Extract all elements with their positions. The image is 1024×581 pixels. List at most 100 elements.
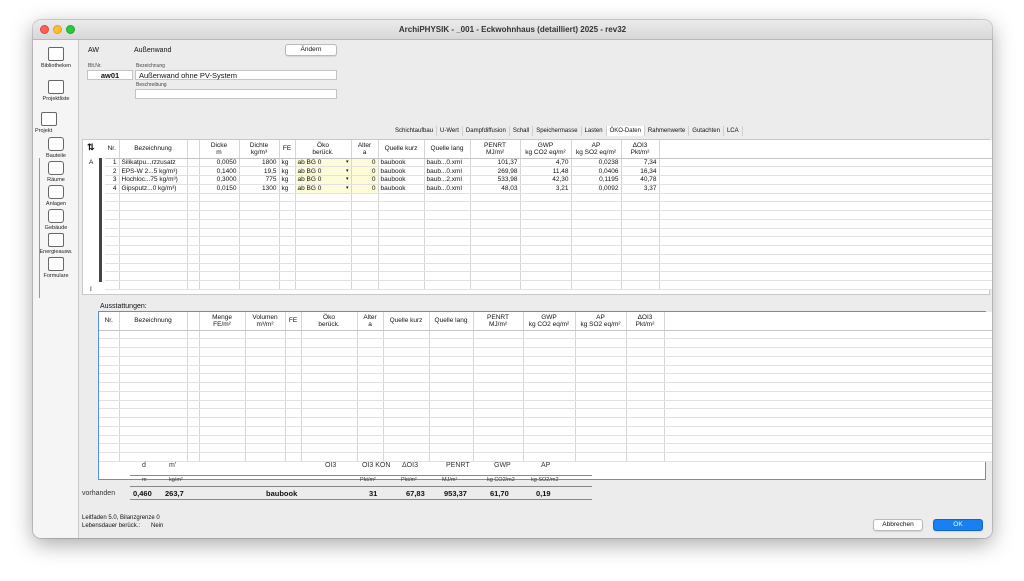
layers-cell[interactable] [470, 193, 521, 203]
fittings-cell[interactable] [245, 435, 286, 445]
fittings-cell[interactable] [664, 408, 992, 418]
layers-cell[interactable] [279, 254, 296, 264]
fittings-cell[interactable] [523, 408, 576, 418]
layers-cell[interactable] [105, 210, 120, 220]
fittings-cell[interactable] [285, 408, 302, 418]
fittings-cell[interactable] [357, 347, 384, 357]
sidebar-item-bauteile[interactable]: Bauteile [33, 137, 79, 159]
layers-cell[interactable]: ab BG 0 ▾ [295, 166, 352, 176]
fittings-cell[interactable] [99, 347, 120, 357]
layers-cell[interactable] [279, 228, 296, 238]
fittings-cell[interactable] [626, 408, 665, 418]
layers-cell[interactable] [279, 201, 296, 211]
layers-cell[interactable] [424, 210, 471, 220]
layers-cell[interactable] [378, 280, 425, 290]
fittings-cell[interactable] [187, 435, 200, 445]
fittings-table-row[interactable] [99, 452, 992, 462]
layers-cell[interactable] [378, 263, 425, 273]
fittings-cell[interactable] [245, 356, 286, 366]
layers-cell[interactable] [279, 245, 296, 255]
layers-table-row[interactable] [105, 271, 992, 281]
layers-cell[interactable] [470, 236, 521, 246]
layers-cell[interactable] [571, 219, 622, 229]
fittings-cell[interactable] [429, 417, 474, 427]
fittings-cell[interactable] [383, 426, 430, 436]
sidebar-item-raeume[interactable]: Räume [33, 161, 79, 183]
layers-cell[interactable]: 1300 [239, 184, 280, 194]
layers-cell[interactable] [239, 280, 280, 290]
layers-cell[interactable] [520, 210, 572, 220]
layers-column-header[interactable]: FE [279, 140, 296, 159]
fittings-cell[interactable] [199, 338, 246, 348]
layers-cell[interactable]: 0,0238 [571, 158, 622, 168]
fittings-cell[interactable] [357, 330, 384, 340]
layers-cell[interactable] [351, 245, 379, 255]
fittings-cell[interactable] [575, 426, 627, 436]
fittings-cell[interactable] [119, 435, 188, 445]
layers-cell[interactable] [470, 210, 521, 220]
fittings-cell[interactable] [383, 347, 430, 357]
fittings-cell[interactable] [99, 365, 120, 375]
layers-cell[interactable]: 269,98 [470, 166, 521, 176]
layers-cell[interactable] [119, 219, 188, 229]
fittings-cell[interactable] [523, 338, 576, 348]
layers-cell[interactable] [571, 254, 622, 264]
fittings-cell[interactable] [429, 391, 474, 401]
tab-1[interactable]: U-Wert [437, 126, 463, 136]
fittings-column-header[interactable]: Quelle kurz [383, 312, 430, 331]
fittings-cell[interactable] [429, 443, 474, 453]
fittings-cell[interactable] [664, 426, 992, 436]
fittings-cell[interactable] [575, 408, 627, 418]
layers-cell[interactable] [351, 254, 379, 264]
fittings-cell[interactable] [357, 443, 384, 453]
fittings-table-row[interactable] [99, 338, 992, 348]
layers-cell[interactable]: 42,30 [520, 175, 572, 185]
fittings-cell[interactable] [199, 382, 246, 392]
fittings-cell[interactable] [245, 452, 286, 462]
layers-cell[interactable] [239, 210, 280, 220]
layers-cell[interactable] [424, 228, 471, 238]
layers-cell[interactable]: baubook [378, 158, 425, 168]
fittings-cell[interactable] [285, 356, 302, 366]
fittings-table-row[interactable] [99, 356, 992, 366]
layers-cell[interactable] [279, 219, 296, 229]
fittings-cell[interactable] [473, 373, 524, 383]
layers-cell[interactable] [279, 263, 296, 273]
fittings-cell[interactable] [626, 365, 665, 375]
fittings-cell[interactable] [199, 408, 246, 418]
layers-cell[interactable] [239, 271, 280, 281]
layers-table-row[interactable]: 3 Hochloc...75 kg/m³) 0,3000 775 kg ab BG 0 ▾ 0… [105, 175, 992, 185]
fittings-table-row[interactable] [99, 426, 992, 436]
fittings-cell[interactable] [429, 365, 474, 375]
fittings-cell[interactable] [575, 417, 627, 427]
layers-cell[interactable] [239, 193, 280, 203]
fittings-cell[interactable] [429, 408, 474, 418]
fittings-cell[interactable] [187, 391, 200, 401]
layers-table-row[interactable] [105, 280, 992, 290]
layers-cell[interactable] [187, 210, 200, 220]
layers-table-row[interactable]: 2 EPS-W 2...5 kg/m³) 0,1400 19,5 kg ab BG 0 ▾ 0… [105, 166, 992, 176]
layers-cell[interactable] [119, 245, 188, 255]
fittings-cell[interactable] [575, 330, 627, 340]
layers-cell[interactable]: 4 [105, 184, 120, 194]
layers-column-header[interactable]: Dicke m [199, 140, 240, 159]
layers-cell[interactable] [378, 254, 425, 264]
layers-cell[interactable] [187, 263, 200, 273]
fittings-cell[interactable] [473, 452, 524, 462]
fittings-cell[interactable] [357, 338, 384, 348]
layers-cell[interactable] [659, 158, 992, 168]
layers-table-row[interactable] [105, 254, 992, 264]
fittings-cell[interactable] [429, 400, 474, 410]
layers-column-header[interactable] [187, 140, 200, 159]
layers-cell[interactable]: 0,0150 [199, 184, 240, 194]
fittings-cell[interactable] [199, 356, 246, 366]
layers-column-header[interactable]: AP kg SO2 eq/m² [571, 140, 622, 159]
fittings-cell[interactable] [245, 347, 286, 357]
fittings-cell[interactable] [245, 373, 286, 383]
fittings-cell[interactable] [383, 373, 430, 383]
layers-cell[interactable] [199, 219, 240, 229]
layers-cell[interactable] [279, 210, 296, 220]
fittings-cell[interactable] [626, 417, 665, 427]
layers-cell[interactable] [295, 201, 352, 211]
fittings-cell[interactable] [187, 400, 200, 410]
